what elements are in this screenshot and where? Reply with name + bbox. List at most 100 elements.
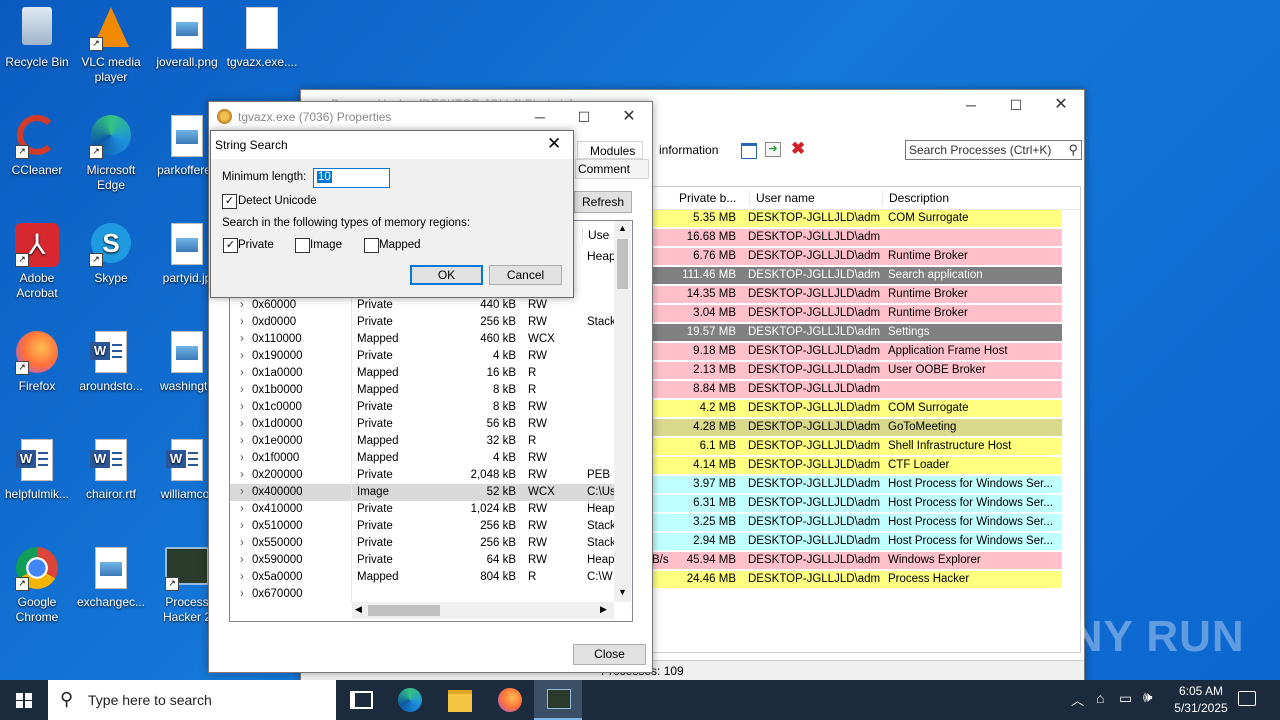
process-row[interactable]: 16.68 MB DESKTOP-JGLLJLD\admi (652, 229, 1062, 246)
memory-region-row[interactable]: › 0x1f0000 Mapped 4 kB RW (230, 450, 614, 467)
memory-region-row[interactable]: › 0x670000 (230, 586, 614, 603)
tab-modules[interactable]: Modules (577, 141, 643, 159)
private-checkbox[interactable]: ✓ (223, 238, 238, 253)
process-row[interactable]: 8.84 MB DESKTOP-JGLLJLD\admi (652, 381, 1062, 398)
process-row[interactable]: 2.13 MB DESKTOP-JGLLJLD\admi User OOBE Bro… (652, 362, 1062, 379)
expand-chevron-icon[interactable]: › (240, 314, 244, 331)
ok-button[interactable]: OK (410, 265, 483, 285)
expand-chevron-icon[interactable]: › (240, 416, 244, 433)
process-row[interactable]: B/s 45.94 MB DESKTOP-JGLLJLD\admi Windows E… (652, 552, 1062, 569)
process-row[interactable]: 3.04 MB DESKTOP-JGLLJLD\admi Runtime Broke… (652, 305, 1062, 322)
process-row[interactable]: 5.35 MB DESKTOP-JGLLJLD\admi COM Surrogate (652, 210, 1062, 227)
memory-region-row[interactable]: › 0x1c0000 Private 8 kB RW (230, 399, 614, 416)
desktop-icon[interactable]: exchangec... (74, 545, 148, 610)
process-row[interactable]: 2.94 MB DESKTOP-JGLLJLD\admi Host Process … (652, 533, 1062, 550)
process-row[interactable]: 4.14 MB DESKTOP-JGLLJLD\admi CTF Loader (652, 457, 1062, 474)
taskbar-search-box[interactable]: ⚲ Type here to search (48, 680, 336, 720)
scroll-up-icon[interactable]: ▲ (618, 223, 627, 233)
process-row[interactable]: 19.57 MB DESKTOP-JGLLJLD\admi Settings (652, 324, 1062, 341)
desktop-icon[interactable]: ↗ VLC media player (74, 5, 148, 85)
network-icon[interactable]: ⌂ (1096, 690, 1104, 706)
volume-icon[interactable]: 🕪 (1143, 689, 1152, 706)
properties-close-button[interactable]: Close (573, 644, 646, 665)
expand-chevron-icon[interactable]: › (240, 569, 244, 586)
horizontal-scrollbar[interactable]: ◀ ▶ (352, 602, 614, 619)
memory-region-row[interactable]: › 0x1a0000 Mapped 16 kB R (230, 365, 614, 382)
desktop-icon[interactable]: tgvazx.exe.... (225, 5, 299, 70)
expand-chevron-icon[interactable]: › (240, 518, 244, 535)
process-row[interactable]: 4.2 MB DESKTOP-JGLLJLD\admi COM Surrogate (652, 400, 1062, 417)
props-maximize-button[interactable]: ☐ (561, 102, 607, 132)
process-row[interactable]: 6.31 MB DESKTOP-JGLLJLD\admi Host Process … (652, 495, 1062, 512)
expand-chevron-icon[interactable]: › (240, 382, 244, 399)
memory-region-row[interactable]: › 0x200000 Private 2,048 kB RW PEB (230, 467, 614, 484)
memory-region-row[interactable]: › 0x190000 Private 4 kB RW (230, 348, 614, 365)
expand-chevron-icon[interactable]: › (240, 331, 244, 348)
process-row[interactable]: 6.1 MB DESKTOP-JGLLJLD\admi Shell Infrastr… (652, 438, 1062, 455)
scroll-down-icon[interactable]: ▼ (618, 587, 627, 597)
desktop-icon[interactable]: ↗ CCleaner (0, 113, 74, 178)
expand-chevron-icon[interactable]: › (240, 365, 244, 382)
column-private-bytes[interactable]: Private b... (679, 191, 736, 205)
private-label[interactable]: Private (238, 239, 274, 251)
column-description[interactable]: Description (882, 191, 949, 205)
scroll-right-icon[interactable]: ▶ (600, 604, 607, 615)
expand-chevron-icon[interactable]: › (240, 552, 244, 569)
image-checkbox[interactable] (295, 238, 310, 253)
expand-chevron-icon[interactable]: › (240, 297, 244, 314)
show-hidden-icons-icon[interactable]: ︿ (1071, 690, 1084, 709)
refresh-button[interactable]: Refresh (574, 191, 632, 213)
horizontal-scroll-thumb[interactable] (368, 605, 440, 616)
expand-chevron-icon[interactable]: › (240, 467, 244, 484)
edge-taskbar-icon[interactable] (398, 688, 422, 712)
desktop-icon[interactable]: ⅄ ↗ Adobe Acrobat (0, 221, 74, 301)
task-view-icon[interactable] (350, 691, 373, 709)
desktop-icon[interactable]: Wchairor.rtf (74, 437, 148, 502)
process-hacker-taskbar-button[interactable] (534, 680, 582, 720)
system-information-button[interactable]: information (659, 143, 718, 157)
memory-region-row[interactable]: › 0x110000 Mapped 460 kB WCX (230, 331, 614, 348)
memory-region-row[interactable]: › 0x510000 Private 256 kB RW Stack (230, 518, 615, 535)
window-icon[interactable] (741, 143, 757, 159)
expand-chevron-icon[interactable]: › (240, 433, 244, 450)
process-row[interactable]: 111.46 MB DESKTOP-JGLLJLD\admi Search appl… (652, 267, 1062, 284)
clock-time[interactable]: 6:05 AM (1172, 684, 1230, 698)
ethernet-icon[interactable]: ▭ (1119, 690, 1132, 707)
expand-chevron-icon[interactable]: › (240, 535, 244, 552)
image-label[interactable]: Image (310, 239, 342, 251)
props-close-button[interactable]: ✕ (606, 102, 652, 132)
process-row[interactable]: 4.28 MB DESKTOP-JGLLJLD\admi GoToMeeting (652, 419, 1062, 436)
minimize-button[interactable]: ─ (948, 90, 994, 120)
column-user-name[interactable]: User name (749, 191, 815, 205)
desktop-icon[interactable]: Recycle Bin (0, 5, 74, 70)
expand-chevron-icon[interactable]: › (240, 501, 244, 518)
firefox-taskbar-icon[interactable] (498, 688, 522, 712)
close-window-button[interactable]: ✕ (1038, 90, 1084, 120)
go-icon[interactable]: ➜ (765, 142, 781, 157)
desktop-icon[interactable]: Waroundsto... (74, 329, 148, 394)
minimum-length-input[interactable]: 10 (313, 168, 390, 188)
process-row[interactable]: 14.35 MB DESKTOP-JGLLJLD\admi Runtime Brok… (652, 286, 1062, 303)
expand-chevron-icon[interactable]: › (240, 399, 244, 416)
process-row[interactable]: 9.18 MB DESKTOP-JGLLJLD\admi Application F… (652, 343, 1062, 360)
mapped-checkbox[interactable] (364, 238, 379, 253)
vertical-scroll-thumb[interactable] (617, 239, 628, 289)
terminate-icon[interactable]: ✖ (791, 139, 805, 159)
clock-date[interactable]: 5/31/2025 (1166, 701, 1236, 715)
desktop-icon[interactable]: joverall.png (150, 5, 224, 70)
expand-chevron-icon[interactable]: › (240, 348, 244, 365)
scroll-left-icon[interactable]: ◀ (355, 604, 362, 615)
expand-chevron-icon[interactable]: › (240, 484, 244, 501)
memory-region-row[interactable]: › 0x400000 Image 52 kB WCX C:\Us (230, 484, 615, 501)
memory-region-row[interactable]: › 0x1d0000 Private 56 kB RW (230, 416, 614, 433)
memory-region-row[interactable]: › 0xd0000 Private 256 kB RW Stack (230, 314, 615, 331)
desktop-icon[interactable]: S ↗ Skype (74, 221, 148, 286)
process-row[interactable]: 6.76 MB DESKTOP-JGLLJLD\admi Runtime Broke… (652, 248, 1062, 265)
props-minimize-button[interactable]: ─ (517, 102, 563, 132)
mapped-label[interactable]: Mapped (379, 239, 421, 251)
memory-region-row[interactable]: › 0x1b0000 Mapped 8 kB R (230, 382, 614, 399)
process-row[interactable]: 3.97 MB DESKTOP-JGLLJLD\admi Host Process … (652, 476, 1062, 493)
process-row[interactable]: 3.25 MB DESKTOP-JGLLJLD\admi Host Process … (652, 514, 1062, 531)
expand-chevron-icon[interactable]: › (240, 450, 244, 467)
memory-region-row[interactable]: › 0x410000 Private 1,024 kB RW Heap (230, 501, 615, 518)
